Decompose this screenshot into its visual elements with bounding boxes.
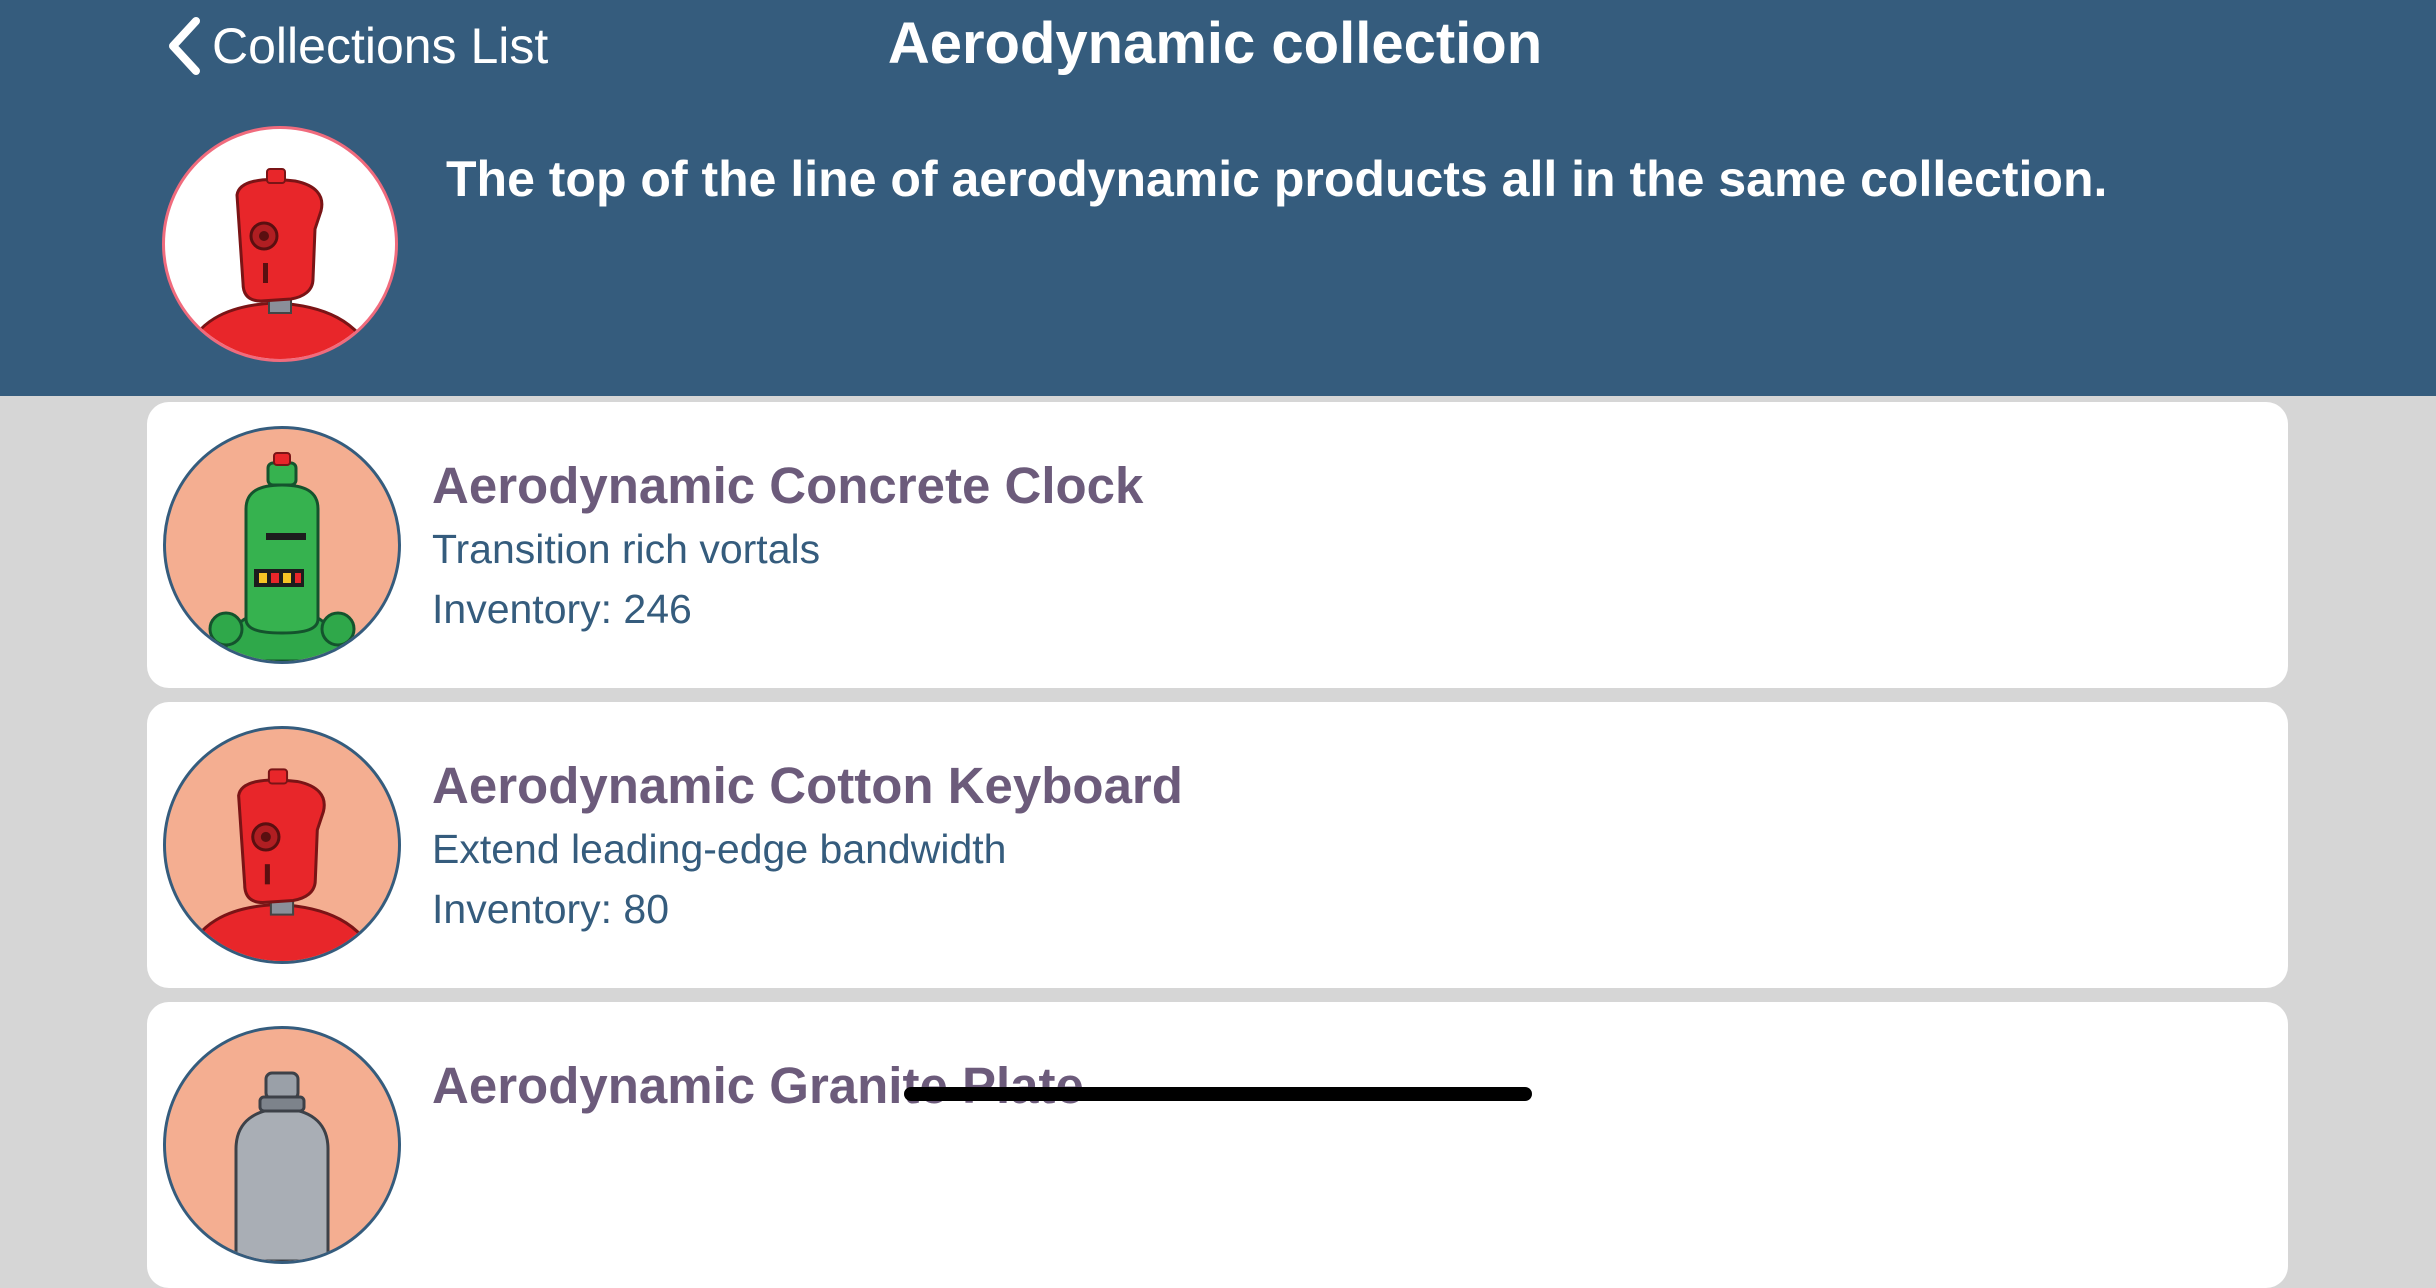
product-description: Transition rich vortals [432,526,821,572]
collection-description: The top of the line of aerodynamic produ… [446,151,2108,207]
page-title: Aerodynamic collection [0,10,2436,77]
product-name: Aerodynamic Granite Plate [432,1057,1084,1114]
red-robot-icon [182,168,377,359]
product-name: Aerodynamic Concrete Clock [432,457,1144,514]
product-avatar [163,426,401,664]
product-card[interactable]: Aerodynamic Concrete Clock Transition ri… [147,402,2288,688]
product-name: Aerodynamic Cotton Keyboard [432,757,1183,814]
product-card[interactable]: Aerodynamic Granite Plate [147,1002,2288,1288]
product-avatar [163,1026,401,1264]
product-inventory: Inventory: 246 [432,586,692,632]
collection-avatar [162,126,398,362]
product-inventory: Inventory: 80 [432,886,670,932]
home-indicator[interactable] [904,1087,1532,1101]
product-avatar [163,726,401,964]
grey-robot-icon [234,1071,330,1261]
page-title-text: Aerodynamic collection [887,11,1543,76]
red-robot-icon [184,768,379,961]
collection-header: Collections List Aerodynamic collection … [0,0,2436,396]
product-card[interactable]: Aerodynamic Cotton Keyboard Extend leadi… [147,702,2288,988]
green-robot-icon [208,452,356,661]
product-description: Extend leading-edge bandwidth [432,826,1007,872]
